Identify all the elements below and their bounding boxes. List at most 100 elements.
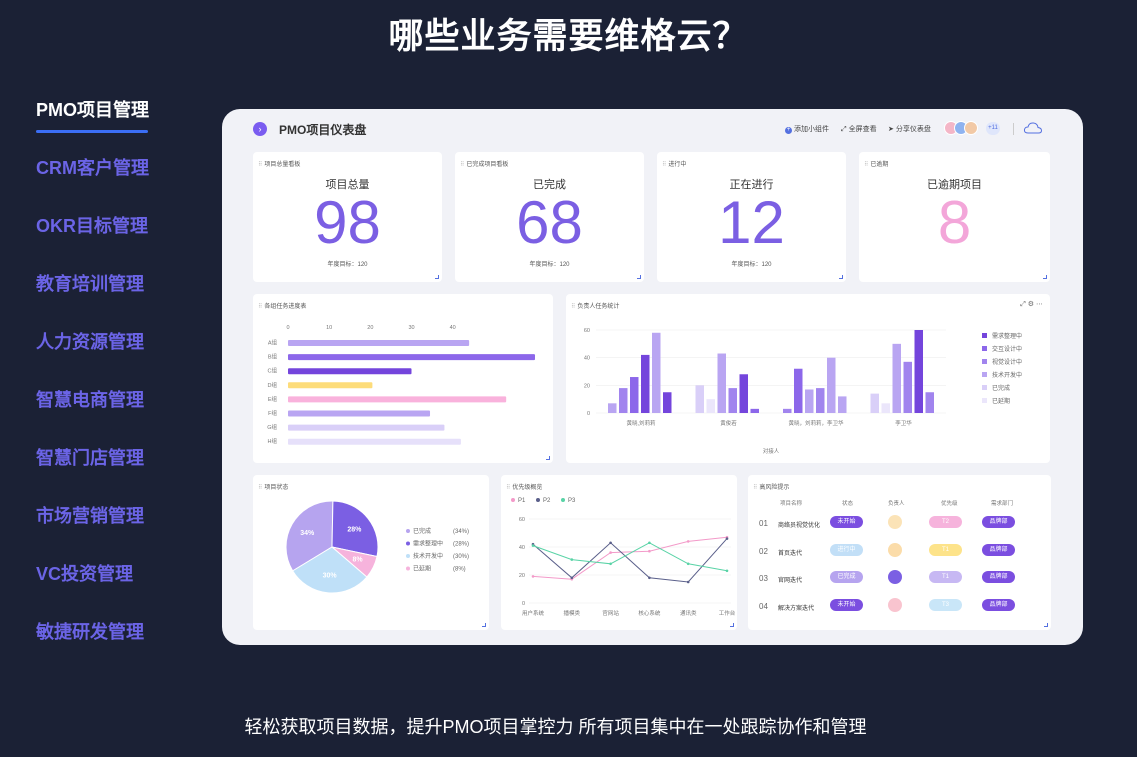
- resize-handle[interactable]: [546, 456, 550, 460]
- series-line: [532, 536, 728, 580]
- project-name: 解决方案迭代: [778, 605, 815, 612]
- nav-item-hr[interactable]: 人力资源管理: [36, 325, 186, 383]
- resize-handle[interactable]: [1044, 623, 1048, 627]
- progress-chart-card[interactable]: 各组任务进度表 010203040A组B组C组D组E组F组G组H组: [253, 294, 553, 463]
- data-point: [531, 575, 535, 578]
- legend-label: 视觉设计中: [992, 358, 1022, 366]
- nav-item-education[interactable]: 教育培训管理: [36, 267, 186, 325]
- legend-dot: [511, 498, 515, 502]
- resize-handle[interactable]: [730, 623, 734, 627]
- dashboard-toolbar: › PMO项目仪表盘 + 添加小组件 ⤢ 全屏查看 ➤ 分享仪表盘 +11: [222, 109, 1083, 149]
- legend-dot: [406, 529, 410, 533]
- expand-icon: ⤢: [841, 126, 847, 133]
- resize-handle[interactable]: [637, 275, 641, 279]
- nav-item-okr[interactable]: OKR目标管理: [36, 209, 186, 267]
- stat-goal: 年度目标：120: [327, 262, 368, 268]
- x-tick-label: 黄俊若: [720, 419, 737, 427]
- bar: [794, 368, 803, 413]
- business-nav: PMO项目管理 CRM客户管理 OKR目标管理 教育培训管理 人力资源管理 智慧…: [36, 93, 186, 673]
- data-point: [609, 551, 612, 554]
- bar: [630, 377, 639, 413]
- risk-card[interactable]: 高风险提示 项目名称 状态 负责人 优先级 需求部门 01 商络员视觉优化 未开…: [748, 475, 1051, 630]
- x-tick-label: 10: [326, 325, 332, 331]
- fullscreen-button[interactable]: ⤢ 全屏查看: [841, 124, 877, 134]
- bar: [288, 368, 412, 375]
- bar: [892, 343, 901, 413]
- table-row[interactable]: 04 解决方案迭代 未开始 T3 品牌部: [748, 593, 1051, 619]
- table-row[interactable]: 02 首页迭代 进行中 T1 品牌部: [748, 538, 1051, 564]
- legend-percent: (34%): [453, 529, 469, 535]
- priority-line-chart: P1 P2 P3 0 20 40 60 用户系统 播模类 官网站 核心系统 通讯类 工作台: [511, 498, 736, 617]
- series-line: [532, 538, 728, 583]
- dashboard-logo-icon: ›: [253, 122, 267, 136]
- stat-goal: 年度目标：120: [731, 262, 772, 268]
- resize-handle[interactable]: [435, 275, 439, 279]
- bar: [288, 438, 461, 445]
- col-header-priority: 优先级: [941, 501, 958, 507]
- nav-item-marketing[interactable]: 市场营销管理: [36, 499, 186, 557]
- status-badge: 进行中: [830, 543, 863, 556]
- resize-handle[interactable]: [1043, 275, 1047, 279]
- bar: [652, 332, 661, 413]
- table-row[interactable]: 01 商络员视觉优化 未开始 T2 品牌部: [748, 510, 1051, 536]
- y-tick-label: D组: [268, 381, 278, 389]
- y-tick-label: 0: [522, 601, 525, 607]
- owner-bar-chart: 0 20 40 60 黄晓,刘莉莉 黄俊若 黄晓，刘莉莉，李卫华 李卫华对接人 需求整理中交互设…: [584, 328, 1022, 455]
- data-point: [570, 576, 574, 580]
- priority-badge: T1: [929, 571, 962, 583]
- bar: [706, 399, 715, 413]
- priority-badge: T2: [929, 516, 962, 528]
- nav-item-store[interactable]: 智慧门店管理: [36, 441, 186, 499]
- status-pie-card[interactable]: 项目状态 34%28%8%30%已完成(34%)需求整理中(28%)技术开发中(…: [253, 475, 489, 630]
- stat-card-total[interactable]: 项目总量看板 项目总量 98 年度目标：120: [253, 152, 442, 282]
- nav-item-agile[interactable]: 敏捷研发管理: [36, 615, 186, 673]
- share-label: 分享仪表盘: [895, 126, 931, 133]
- legend-label: 技术开发中: [413, 552, 443, 560]
- y-tick-label: A组: [268, 339, 278, 347]
- project-name: 商络员视觉优化: [778, 523, 821, 529]
- status-badge: 未开始: [830, 516, 863, 528]
- stat-card-in-progress[interactable]: 进行中 正在进行 12 年度目标：120: [657, 152, 846, 282]
- cloud-icon[interactable]: [1023, 120, 1043, 136]
- footer-text: 轻松获取项目数据，提升PMO项目掌控力 所有项目集中在一处跟踪协作和管理: [244, 717, 867, 737]
- legend-label: P3: [568, 498, 576, 504]
- stat-card-completed[interactable]: 已完成项目看板 已完成 68 年度目标：120: [455, 152, 644, 282]
- stat-card-overdue[interactable]: 已逾期 已逾期项目 8: [859, 152, 1050, 282]
- bar: [641, 354, 650, 413]
- member-avatars[interactable]: +11: [944, 121, 1000, 137]
- y-tick-label: 40: [584, 356, 590, 362]
- more-members-badge: +11: [986, 122, 1000, 135]
- nav-item-vc[interactable]: VC投资管理: [36, 557, 186, 615]
- legend-swatch: [982, 385, 987, 390]
- resize-handle[interactable]: [839, 275, 843, 279]
- legend-dot: [406, 541, 410, 546]
- owner-chart-card[interactable]: 负责人任务统计 ⤢ ⚙ ⋯ 0204060黄晓,刘莉莉黄俊若黄晓，刘莉莉，李卫华…: [566, 294, 1050, 463]
- resize-handle[interactable]: [482, 623, 486, 627]
- bar: [914, 330, 923, 413]
- status-pie-chart: 34% 28% 8% 30% 已完成 (34%) 需求整理中 (28%) 技术开发中 (30%) 已…: [285, 500, 469, 594]
- y-tick-label: 60: [519, 517, 525, 523]
- add-widget-button[interactable]: + 添加小组件: [785, 124, 829, 134]
- legend-label: 已完成: [413, 527, 431, 535]
- col-header-status: 状态: [842, 501, 854, 507]
- row-number: 03: [759, 574, 768, 583]
- nav-item-pmo[interactable]: PMO项目管理: [36, 93, 186, 151]
- priority-badge: T1: [929, 543, 962, 556]
- nav-item-crm[interactable]: CRM客户管理: [36, 151, 186, 209]
- legend-dot: [561, 498, 565, 502]
- dept-badge: 品牌部: [982, 543, 1015, 556]
- y-tick-label: G组: [267, 423, 277, 431]
- nav-item-ecommerce[interactable]: 智慧电商管理: [36, 383, 186, 441]
- bar: [288, 382, 373, 389]
- share-dashboard-button[interactable]: ➤ 分享仪表盘: [888, 124, 931, 134]
- stat-value: 12: [718, 189, 785, 256]
- bar: [805, 389, 814, 413]
- col-header-dept: 需求部门: [991, 501, 1014, 507]
- priority-line-card[interactable]: 优先级概览 P1P2P30204060用户系统播模类官网站核心系统通讯类工作台: [501, 475, 737, 630]
- stat-value: 68: [516, 189, 583, 256]
- x-tick-label: 播模类: [564, 609, 581, 617]
- legend-label: P1: [518, 498, 526, 504]
- page-title: 哪些业务需要维格云？: [388, 17, 749, 56]
- y-tick-label: 20: [584, 383, 590, 389]
- table-row[interactable]: 03 官网迭代 已完成 T1 品牌部: [748, 565, 1051, 591]
